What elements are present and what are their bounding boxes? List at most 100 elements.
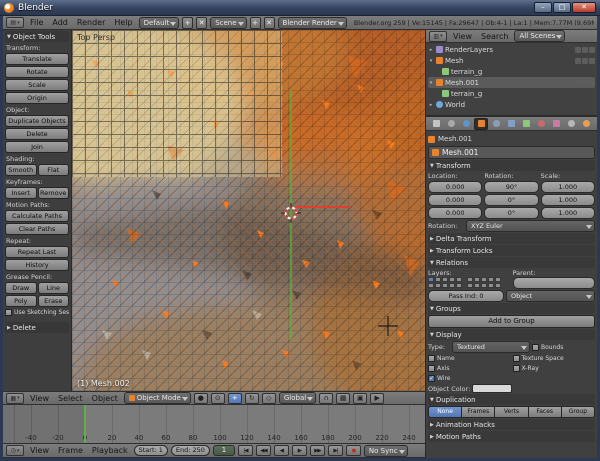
xray-checkbox[interactable]: X-Ray	[513, 364, 596, 373]
arrow-select-icon[interactable]	[582, 58, 588, 64]
jump-to-start-button[interactable]: |◀	[238, 445, 253, 456]
scale-z-field[interactable]: 1.000	[541, 207, 595, 219]
duplication-verts-button[interactable]: Verts	[495, 406, 528, 418]
remove-keyframe-button[interactable]: Remove	[38, 187, 70, 199]
rotation-z-field[interactable]: 0°	[484, 207, 538, 219]
axis-checkbox[interactable]: Axis	[428, 364, 511, 373]
add-to-group-button[interactable]: Add to Group	[428, 315, 595, 328]
insert-keyframe-button[interactable]: Insert	[5, 187, 37, 199]
flat-button[interactable]: Flat	[38, 164, 70, 176]
name-checkbox[interactable]: Name	[428, 354, 511, 363]
camera-render-icon[interactable]	[589, 47, 595, 53]
parent-field[interactable]	[513, 277, 596, 289]
previous-keyframe-button[interactable]: ◀◀	[256, 445, 271, 456]
gp-draw-button[interactable]: Draw	[5, 282, 37, 294]
delta-transform-panel-header[interactable]: ▶ Delta Transform	[428, 233, 595, 244]
rotation-y-field[interactable]: 0°	[484, 194, 538, 206]
outliner-display-mode-dropdown[interactable]: All Scenes	[514, 30, 565, 42]
object-name-field[interactable]: Mesh.001	[428, 146, 595, 159]
gp-poly-button[interactable]: Poly	[5, 295, 37, 307]
duplication-group-button[interactable]: Group	[562, 406, 595, 418]
minimize-button[interactable]: –	[534, 2, 552, 13]
play-button[interactable]: ▶	[292, 445, 307, 456]
scene-dropdown[interactable]: Scene	[210, 17, 246, 29]
smooth-button[interactable]: Smooth	[5, 164, 37, 176]
info-editor-type-button[interactable]: ▤ ▾	[6, 17, 24, 28]
animation-hacks-panel-header[interactable]: ▶ Animation Hacks	[428, 419, 595, 430]
arrow-select-icon[interactable]	[582, 47, 588, 53]
menu-file[interactable]: File	[27, 18, 46, 27]
next-keyframe-button[interactable]: ▶▶	[310, 445, 325, 456]
parent-type-dropdown[interactable]: Object	[506, 290, 595, 302]
menu-playback[interactable]: Playback	[89, 446, 131, 455]
clear-paths-button[interactable]: Clear Paths	[5, 223, 69, 235]
eye-icon[interactable]	[575, 80, 581, 86]
outliner-row-world[interactable]: ▸ World	[428, 99, 595, 110]
groups-panel-header[interactable]: ▼ Groups	[428, 303, 595, 314]
add-scene-button[interactable]: +	[250, 17, 261, 29]
relations-panel-header[interactable]: ▼ Relations	[428, 257, 595, 268]
layers-grid[interactable]	[428, 277, 511, 288]
tab-render[interactable]	[429, 118, 443, 130]
outliner-editor-type-button[interactable]: ▥ ▾	[429, 31, 447, 42]
viewport-editor-type-button[interactable]: ▦ ▾	[6, 393, 24, 404]
pivot-point-dropdown[interactable]: ⊙	[211, 393, 225, 404]
current-frame-marker[interactable]	[84, 405, 86, 443]
manipulator-scale-button[interactable]: ◇	[262, 393, 276, 404]
location-x-field[interactable]: 0.000	[428, 181, 482, 193]
render-opengl-anim-button[interactable]: ▶	[370, 393, 384, 404]
transform-panel-header[interactable]: ▼ Transform	[428, 160, 595, 171]
record-button[interactable]: ●	[346, 445, 361, 456]
snap-element-dropdown[interactable]: ▦	[336, 393, 350, 404]
join-button[interactable]: Join	[5, 141, 69, 153]
viewport-canvas[interactable]: Top Persp (1) Mesh.002	[72, 30, 425, 391]
screen-layout-dropdown[interactable]: Default	[139, 17, 180, 29]
eye-icon[interactable]	[575, 47, 581, 53]
window-titlebar[interactable]: Blender – □ ✕	[0, 0, 600, 16]
tab-texture[interactable]	[549, 118, 563, 130]
arrow-select-icon[interactable]	[582, 80, 588, 86]
location-y-field[interactable]: 0.000	[428, 194, 482, 206]
motion-paths-panel-header[interactable]: ▶ Motion Paths	[428, 431, 595, 442]
end-frame-field[interactable]: End: 250	[171, 445, 210, 456]
snap-magnet-button[interactable]: ∩	[319, 393, 333, 404]
translate-button[interactable]: Translate	[5, 53, 69, 65]
outliner-row-renderlayers[interactable]: ▸ RenderLayers	[428, 44, 595, 55]
viewport-shading-dropdown[interactable]: ●	[194, 393, 208, 404]
duplication-none-button[interactable]: None	[428, 406, 462, 418]
display-type-dropdown[interactable]: Textured	[452, 341, 530, 353]
menu-object[interactable]: Object	[89, 394, 121, 403]
timeline-editor-type-button[interactable]: ◷ ▾	[6, 445, 24, 456]
tab-object-data[interactable]	[519, 118, 533, 130]
menu-view-timeline[interactable]: View	[27, 446, 52, 455]
manipulator-rotate-button[interactable]: ↻	[245, 393, 259, 404]
object-tools-panel-header[interactable]: ▼ Object Tools	[5, 31, 69, 42]
location-z-field[interactable]: 0.000	[428, 207, 482, 219]
outliner-row-terrain-g-2[interactable]: terrain_g	[428, 88, 595, 99]
use-sketching-session-checkbox[interactable]: Use Sketching Session	[5, 308, 69, 317]
menu-select[interactable]: Select	[55, 394, 86, 403]
object-color-swatch[interactable]	[472, 384, 512, 393]
scale-x-field[interactable]: 1.000	[541, 181, 595, 193]
bounds-checkbox[interactable]: Bounds	[532, 343, 595, 352]
outliner-row-mesh[interactable]: ▾ Mesh	[428, 55, 595, 66]
tab-world[interactable]	[459, 118, 473, 130]
eye-icon[interactable]	[575, 58, 581, 64]
menu-help[interactable]: Help	[111, 18, 135, 27]
outliner-row-mesh-001[interactable]: ▾ Mesh.001	[428, 77, 595, 88]
menu-search[interactable]: Search	[478, 32, 511, 41]
gp-line-button[interactable]: Line	[38, 282, 70, 294]
sync-dropdown[interactable]: No Sync	[364, 445, 408, 457]
duplication-faces-button[interactable]: Faces	[529, 406, 562, 418]
current-frame-field[interactable]: 1	[213, 445, 235, 456]
texture-space-checkbox[interactable]: Texture Space	[513, 354, 596, 363]
tab-modifiers[interactable]	[504, 118, 518, 130]
tab-object[interactable]	[474, 118, 488, 130]
scale-y-field[interactable]: 1.000	[541, 194, 595, 206]
calculate-paths-button[interactable]: Calculate Paths	[5, 210, 69, 222]
tab-scene[interactable]	[444, 118, 458, 130]
origin-button[interactable]: Origin	[5, 92, 69, 104]
menu-view-outliner[interactable]: View	[450, 32, 475, 41]
timeline-ruler[interactable]: -40 -20 0 20 40 60 80 100 120 140 160 18…	[3, 404, 425, 443]
render-engine-dropdown[interactable]: Blender Render	[278, 17, 347, 29]
